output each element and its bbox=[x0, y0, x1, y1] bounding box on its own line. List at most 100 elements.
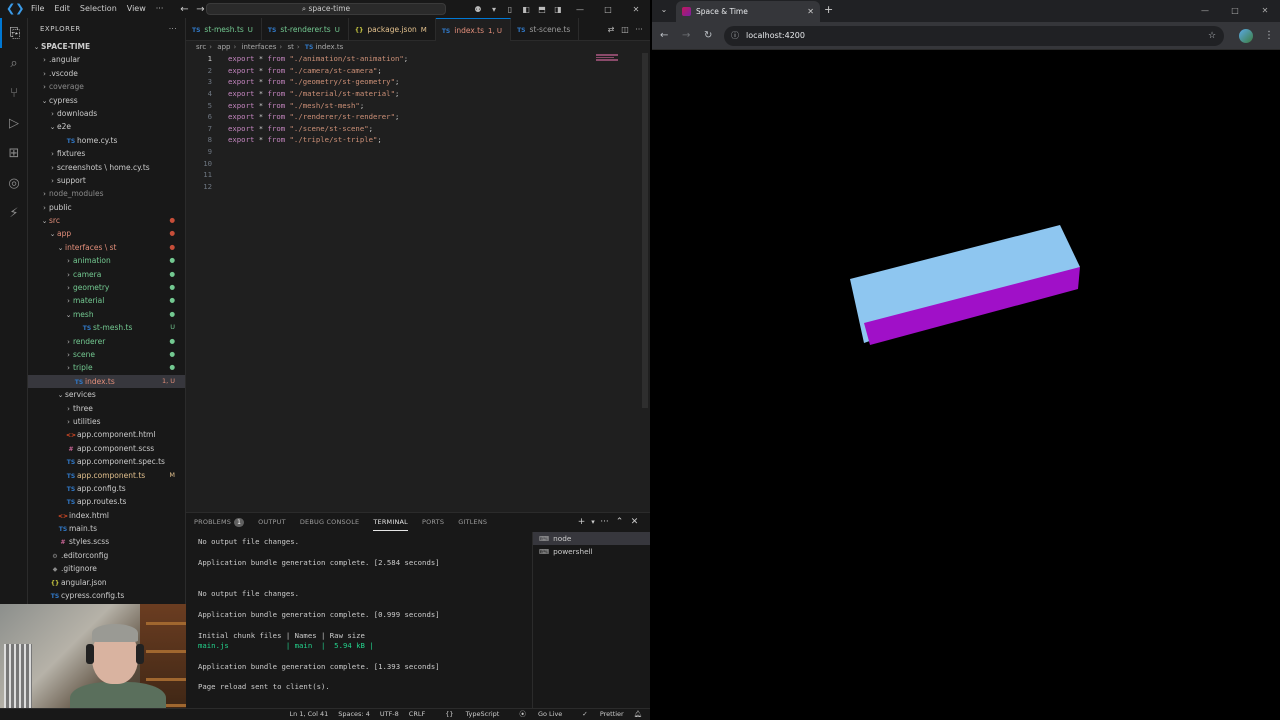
browser-maximize-icon[interactable]: □ bbox=[1220, 0, 1250, 22]
notifications-bell-icon[interactable]: 🔔︎ bbox=[634, 709, 642, 720]
editor-tab[interactable]: TS index.ts 1, U bbox=[435, 18, 512, 41]
minimap[interactable] bbox=[596, 54, 620, 64]
tree-item[interactable]: ⌄ services bbox=[28, 388, 185, 401]
tree-item[interactable]: # app.component.scss bbox=[28, 442, 185, 455]
panel-tab-output[interactable]: OUTPUT bbox=[258, 513, 286, 531]
tree-item[interactable]: › three bbox=[28, 402, 185, 415]
tree-item[interactable]: <>app.component.html bbox=[28, 428, 185, 441]
tree-item[interactable]: ⚙ .editorconfig bbox=[28, 549, 185, 562]
tree-item[interactable]: ◆ .gitignore bbox=[28, 562, 185, 575]
tree-item[interactable]: › geometry ● bbox=[28, 281, 185, 294]
tree-item[interactable]: TS app.component.spec.ts bbox=[28, 455, 185, 468]
site-info-icon[interactable]: ⓘ bbox=[731, 26, 739, 46]
terminal-instance[interactable]: ⌨ node bbox=[533, 532, 650, 545]
status-language[interactable]: {} TypeScript bbox=[435, 709, 499, 720]
explorer-icon[interactable]: ⎘ bbox=[0, 18, 28, 48]
tree-item[interactable]: ⌄ SPACE-TIME bbox=[28, 40, 185, 53]
editor-more-icon[interactable]: ··· bbox=[632, 25, 646, 34]
tree-item[interactable]: › material ● bbox=[28, 294, 185, 307]
toggle-panel-icon[interactable]: ⬒ bbox=[534, 5, 550, 14]
back-arrow-icon[interactable]: ← bbox=[176, 4, 192, 15]
editor-tab[interactable]: {} package.json M bbox=[349, 18, 436, 41]
bookmark-star-icon[interactable]: ☆ bbox=[1208, 29, 1216, 43]
tree-item[interactable]: TS app.config.ts bbox=[28, 482, 185, 495]
toggle-sidebar-icon[interactable]: ▯ bbox=[502, 5, 518, 14]
source-control-icon[interactable]: ⑂ bbox=[0, 78, 28, 108]
status-encoding[interactable]: UTF-8 bbox=[380, 709, 399, 720]
status-go-live[interactable]: ⦿ Go Live bbox=[509, 709, 562, 720]
tree-item[interactable]: › triple ● bbox=[28, 361, 185, 374]
address-bar[interactable]: ⓘ localhost:4200 bbox=[724, 26, 1224, 46]
tree-item[interactable]: ⌄ app ● bbox=[28, 227, 185, 240]
minimize-icon[interactable]: — bbox=[566, 5, 594, 14]
tree-item[interactable]: › public bbox=[28, 201, 185, 214]
panel-tab-gitlens[interactable]: GITLENS bbox=[458, 513, 487, 531]
tree-item[interactable]: › .vscode bbox=[28, 67, 185, 80]
toggle-secondary-sidebar-icon[interactable]: ◨ bbox=[550, 5, 566, 14]
status-indentation[interactable]: Spaces: 4 bbox=[338, 709, 370, 720]
browser-menu-icon[interactable]: ⋮ bbox=[1264, 29, 1274, 43]
run-debug-icon[interactable]: ▷ bbox=[0, 108, 28, 138]
editor-tab[interactable]: TS st-renderer.ts U bbox=[262, 18, 349, 41]
panel-tab-debug-console[interactable]: DEBUG CONSOLE bbox=[300, 513, 360, 531]
tree-item[interactable]: TS app.component.ts M bbox=[28, 469, 185, 482]
browser-forward-icon[interactable]: → bbox=[682, 29, 690, 43]
terminal-dropdown-icon[interactable]: ▾ bbox=[589, 518, 597, 526]
compare-icon[interactable]: ⇄ bbox=[604, 25, 618, 34]
more-menu-icon[interactable]: ··· bbox=[151, 0, 169, 18]
browser-minimize-icon[interactable]: — bbox=[1190, 0, 1220, 22]
threejs-canvas[interactable] bbox=[652, 51, 1280, 720]
breadcrumb-app[interactable]: app bbox=[217, 43, 230, 51]
tree-item[interactable]: › renderer ● bbox=[28, 335, 185, 348]
panel-tab-problems[interactable]: PROBLEMS 1 bbox=[194, 513, 245, 531]
close-tab-icon[interactable]: ✕ bbox=[807, 1, 814, 22]
browser-back-icon[interactable]: ← bbox=[660, 29, 668, 43]
status-cursor-position[interactable]: Ln 1, Col 41 bbox=[290, 709, 329, 720]
tab-search-icon[interactable]: ⌄ bbox=[656, 3, 672, 17]
browser-tab-active[interactable]: Space & Time ✕ bbox=[676, 1, 820, 22]
terminal-instance[interactable]: ⌨ powershell bbox=[533, 545, 650, 558]
tree-item[interactable]: › .angular bbox=[28, 53, 185, 66]
tree-item[interactable]: › scene ● bbox=[28, 348, 185, 361]
command-center-search[interactable]: ⌕ space-time bbox=[206, 3, 446, 15]
copilot-icon[interactable]: ⚉ bbox=[470, 5, 486, 14]
copilot-dropdown-icon[interactable]: ▾ bbox=[486, 5, 502, 14]
new-terminal-icon[interactable]: + bbox=[574, 517, 589, 527]
tree-item[interactable]: TS cypress.config.ts bbox=[28, 589, 185, 602]
tree-item[interactable]: TS app.routes.ts bbox=[28, 495, 185, 508]
breadcrumb-st[interactable]: st bbox=[287, 43, 293, 51]
close-icon[interactable]: ✕ bbox=[622, 5, 650, 14]
panel-tab-terminal[interactable]: TERMINAL bbox=[373, 514, 408, 531]
tree-item[interactable]: › screenshots \ home.cy.ts bbox=[28, 161, 185, 174]
tree-item[interactable]: ⌄ src ● bbox=[28, 214, 185, 227]
extensions-icon[interactable]: ⊞ bbox=[0, 138, 28, 168]
reload-icon[interactable]: ↻ bbox=[704, 29, 712, 43]
profile-avatar[interactable] bbox=[1239, 29, 1253, 43]
tree-item[interactable]: ⌄ cypress bbox=[28, 94, 185, 107]
new-tab-icon[interactable]: + bbox=[824, 3, 833, 17]
panel-more-icon[interactable]: ··· bbox=[597, 517, 612, 527]
status-eol[interactable]: CRLF bbox=[409, 709, 425, 720]
tree-item[interactable]: ⌄ mesh ● bbox=[28, 308, 185, 321]
menu-selection[interactable]: Selection bbox=[75, 0, 122, 18]
tree-item[interactable]: TS index.ts 1, U bbox=[28, 374, 185, 389]
breadcrumb-src[interactable]: src bbox=[196, 43, 206, 51]
tree-item[interactable]: TS st-mesh.ts U bbox=[28, 321, 185, 334]
maximize-icon[interactable]: □ bbox=[594, 5, 622, 14]
tree-item[interactable]: › utilities bbox=[28, 415, 185, 428]
tree-item[interactable]: › downloads bbox=[28, 107, 185, 120]
close-panel-icon[interactable]: ✕ bbox=[627, 517, 642, 527]
tree-item[interactable]: {} angular.json bbox=[28, 576, 185, 589]
maximize-panel-icon[interactable]: ⌃ bbox=[612, 517, 627, 527]
terminal-output[interactable]: No output file changes. Application bundl… bbox=[198, 537, 530, 709]
tree-item[interactable]: TS main.ts bbox=[28, 522, 185, 535]
menu-edit[interactable]: Edit bbox=[49, 0, 75, 18]
toggle-sidebar-left-icon[interactable]: ◧ bbox=[518, 5, 534, 14]
breadcrumb-file[interactable]: index.ts bbox=[316, 43, 344, 51]
editor-scrollbar[interactable] bbox=[642, 53, 648, 408]
editor-tab[interactable]: TS st-scene.ts bbox=[511, 18, 580, 41]
tree-item[interactable]: › node_modules bbox=[28, 187, 185, 200]
explorer-more-icon[interactable]: ··· bbox=[169, 18, 177, 40]
tree-item[interactable]: ⌄ e2e bbox=[28, 120, 185, 133]
status-prettier[interactable]: ✓ Prettier bbox=[572, 709, 623, 720]
